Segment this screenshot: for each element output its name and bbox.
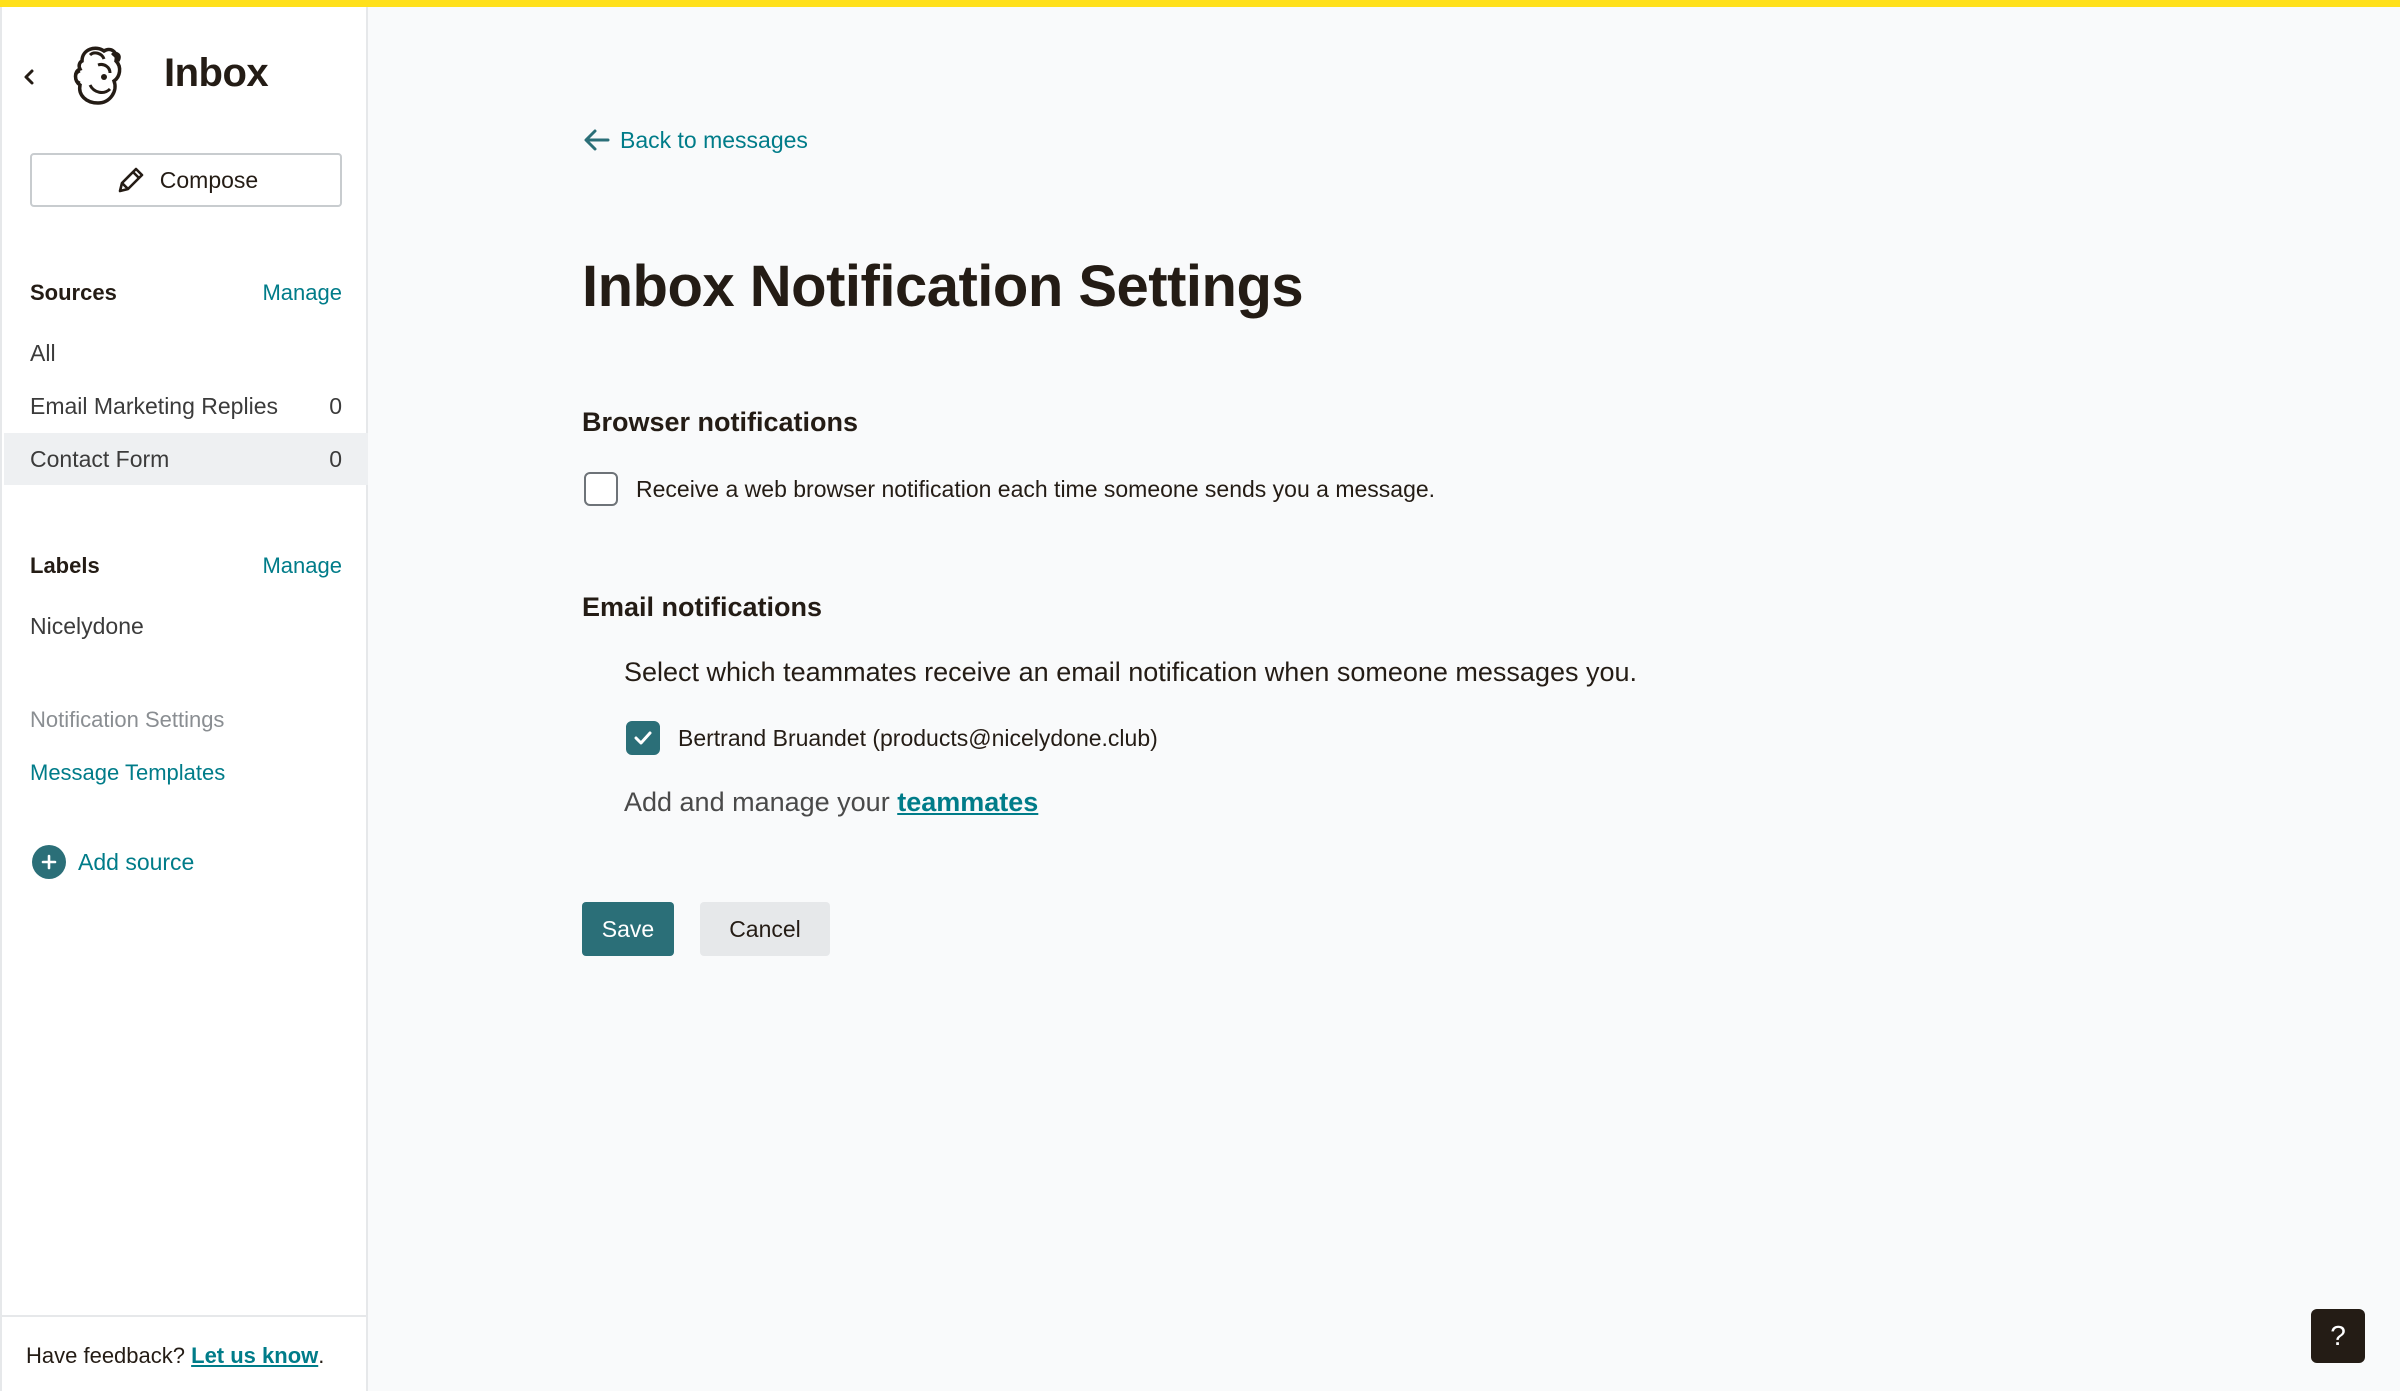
manage-teammates-prefix: Add and manage your [624, 787, 890, 817]
page-title: Inbox Notification Settings [582, 254, 1304, 319]
mailchimp-logo-icon [73, 46, 122, 105]
feedback-suffix: . [318, 1343, 325, 1368]
sidebar-item-label: Contact Form [30, 445, 170, 472]
add-source-label: Add source [78, 848, 195, 875]
browser-notification-label: Receive a web browser notification each … [636, 475, 1436, 502]
add-source-button[interactable]: Add source [32, 845, 194, 879]
sidebar-header: Inbox [2, 35, 368, 119]
browser-notifications-heading: Browser notifications [582, 407, 859, 437]
pencil-icon [118, 167, 144, 193]
checkmark-icon [634, 731, 652, 745]
teammate-checkbox[interactable] [626, 721, 660, 755]
arrow-left-icon [584, 129, 610, 151]
sources-header: Sources Manage [30, 277, 342, 309]
compose-label: Compose [159, 166, 259, 193]
labels-header: Labels Manage [30, 550, 342, 582]
cancel-button[interactable]: Cancel [700, 902, 830, 956]
top-accent-bar [0, 0, 2400, 7]
help-button[interactable]: ? [2311, 1309, 2365, 1363]
plus-circle-icon [32, 845, 66, 879]
sidebar-item-email-marketing-replies[interactable]: Email Marketing Replies 0 [4, 380, 368, 432]
teammates-link[interactable]: teammates [897, 787, 1038, 817]
sidebar: Inbox Compose Sources Manage All Email M… [0, 7, 368, 1391]
sources-manage-link[interactable]: Manage [262, 280, 342, 306]
back-label: Back to messages [620, 126, 808, 153]
feedback-text: Have feedback? [26, 1343, 185, 1368]
browser-notification-option: Receive a web browser notification each … [584, 472, 1435, 506]
sidebar-title: Inbox [164, 51, 269, 95]
main-content: Back to messages Inbox Notification Sett… [370, 7, 2400, 1391]
compose-button[interactable]: Compose [30, 153, 342, 207]
sidebar-item-label: All [30, 339, 56, 366]
manage-teammates-line: Add and manage your teammates [624, 787, 1038, 818]
sources-heading: Sources [30, 280, 117, 305]
back-to-messages-link[interactable]: Back to messages [582, 125, 808, 155]
email-notifications-description: Select which teammates receive an email … [624, 657, 1638, 687]
teammate-label: Bertrand Bruandet (products@nicelydone.c… [678, 724, 1158, 751]
message-templates-link[interactable]: Message Templates [30, 760, 225, 786]
sidebar-item-label: Nicelydone [30, 612, 144, 639]
chevron-left-icon[interactable] [18, 63, 40, 91]
sidebar-item-contact-form[interactable]: Contact Form 0 [4, 433, 368, 485]
teammate-option: Bertrand Bruandet (products@nicelydone.c… [626, 721, 1158, 755]
sidebar-item-nicelydone[interactable]: Nicelydone [4, 600, 368, 652]
browser-notification-checkbox[interactable] [584, 472, 618, 506]
notification-settings-link[interactable]: Notification Settings [30, 707, 224, 733]
labels-manage-link[interactable]: Manage [262, 553, 342, 579]
labels-heading: Labels [30, 553, 100, 578]
sidebar-item-all[interactable]: All [4, 327, 368, 379]
save-button[interactable]: Save [582, 902, 674, 956]
sidebar-item-count: 0 [329, 445, 342, 472]
feedback-link[interactable]: Let us know [191, 1343, 318, 1368]
sidebar-item-label: Email Marketing Replies [30, 392, 278, 419]
sidebar-item-count: 0 [329, 392, 342, 419]
email-notifications-heading: Email notifications [582, 592, 823, 622]
feedback-bar: Have feedback? Let us know. [2, 1315, 368, 1391]
